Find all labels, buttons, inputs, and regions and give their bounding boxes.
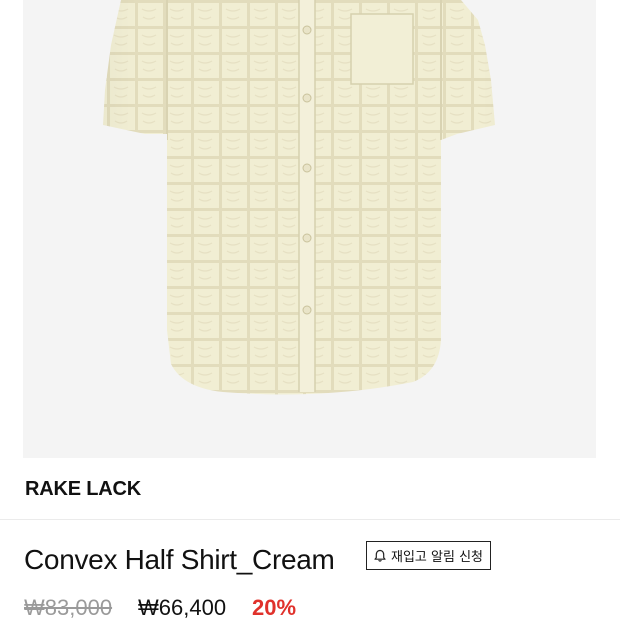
shirt-image	[103, 0, 495, 395]
brand-row[interactable]: RAKE LACK	[0, 458, 620, 520]
product-title: Convex Half Shirt_Cream	[24, 544, 335, 575]
product-detail-page: RAKE LACK Convex Half Shirt_Cream 재입고 알림…	[0, 0, 620, 620]
title-row: Convex Half Shirt_Cream 재입고 알림 신청	[0, 530, 620, 590]
discount-rate: 20%	[252, 595, 297, 620]
product-image[interactable]	[23, 0, 596, 458]
brand-name[interactable]: RAKE LACK	[25, 478, 141, 501]
price-row: ₩83,000 ₩66,400 20%	[0, 590, 620, 620]
bell-icon	[374, 549, 386, 562]
restock-notification-button[interactable]: 재입고 알림 신청	[366, 541, 491, 570]
sale-price: ₩66,400	[138, 595, 227, 620]
original-price: ₩83,000	[24, 595, 113, 620]
restock-button-label: 재입고 알림 신청	[391, 550, 483, 565]
